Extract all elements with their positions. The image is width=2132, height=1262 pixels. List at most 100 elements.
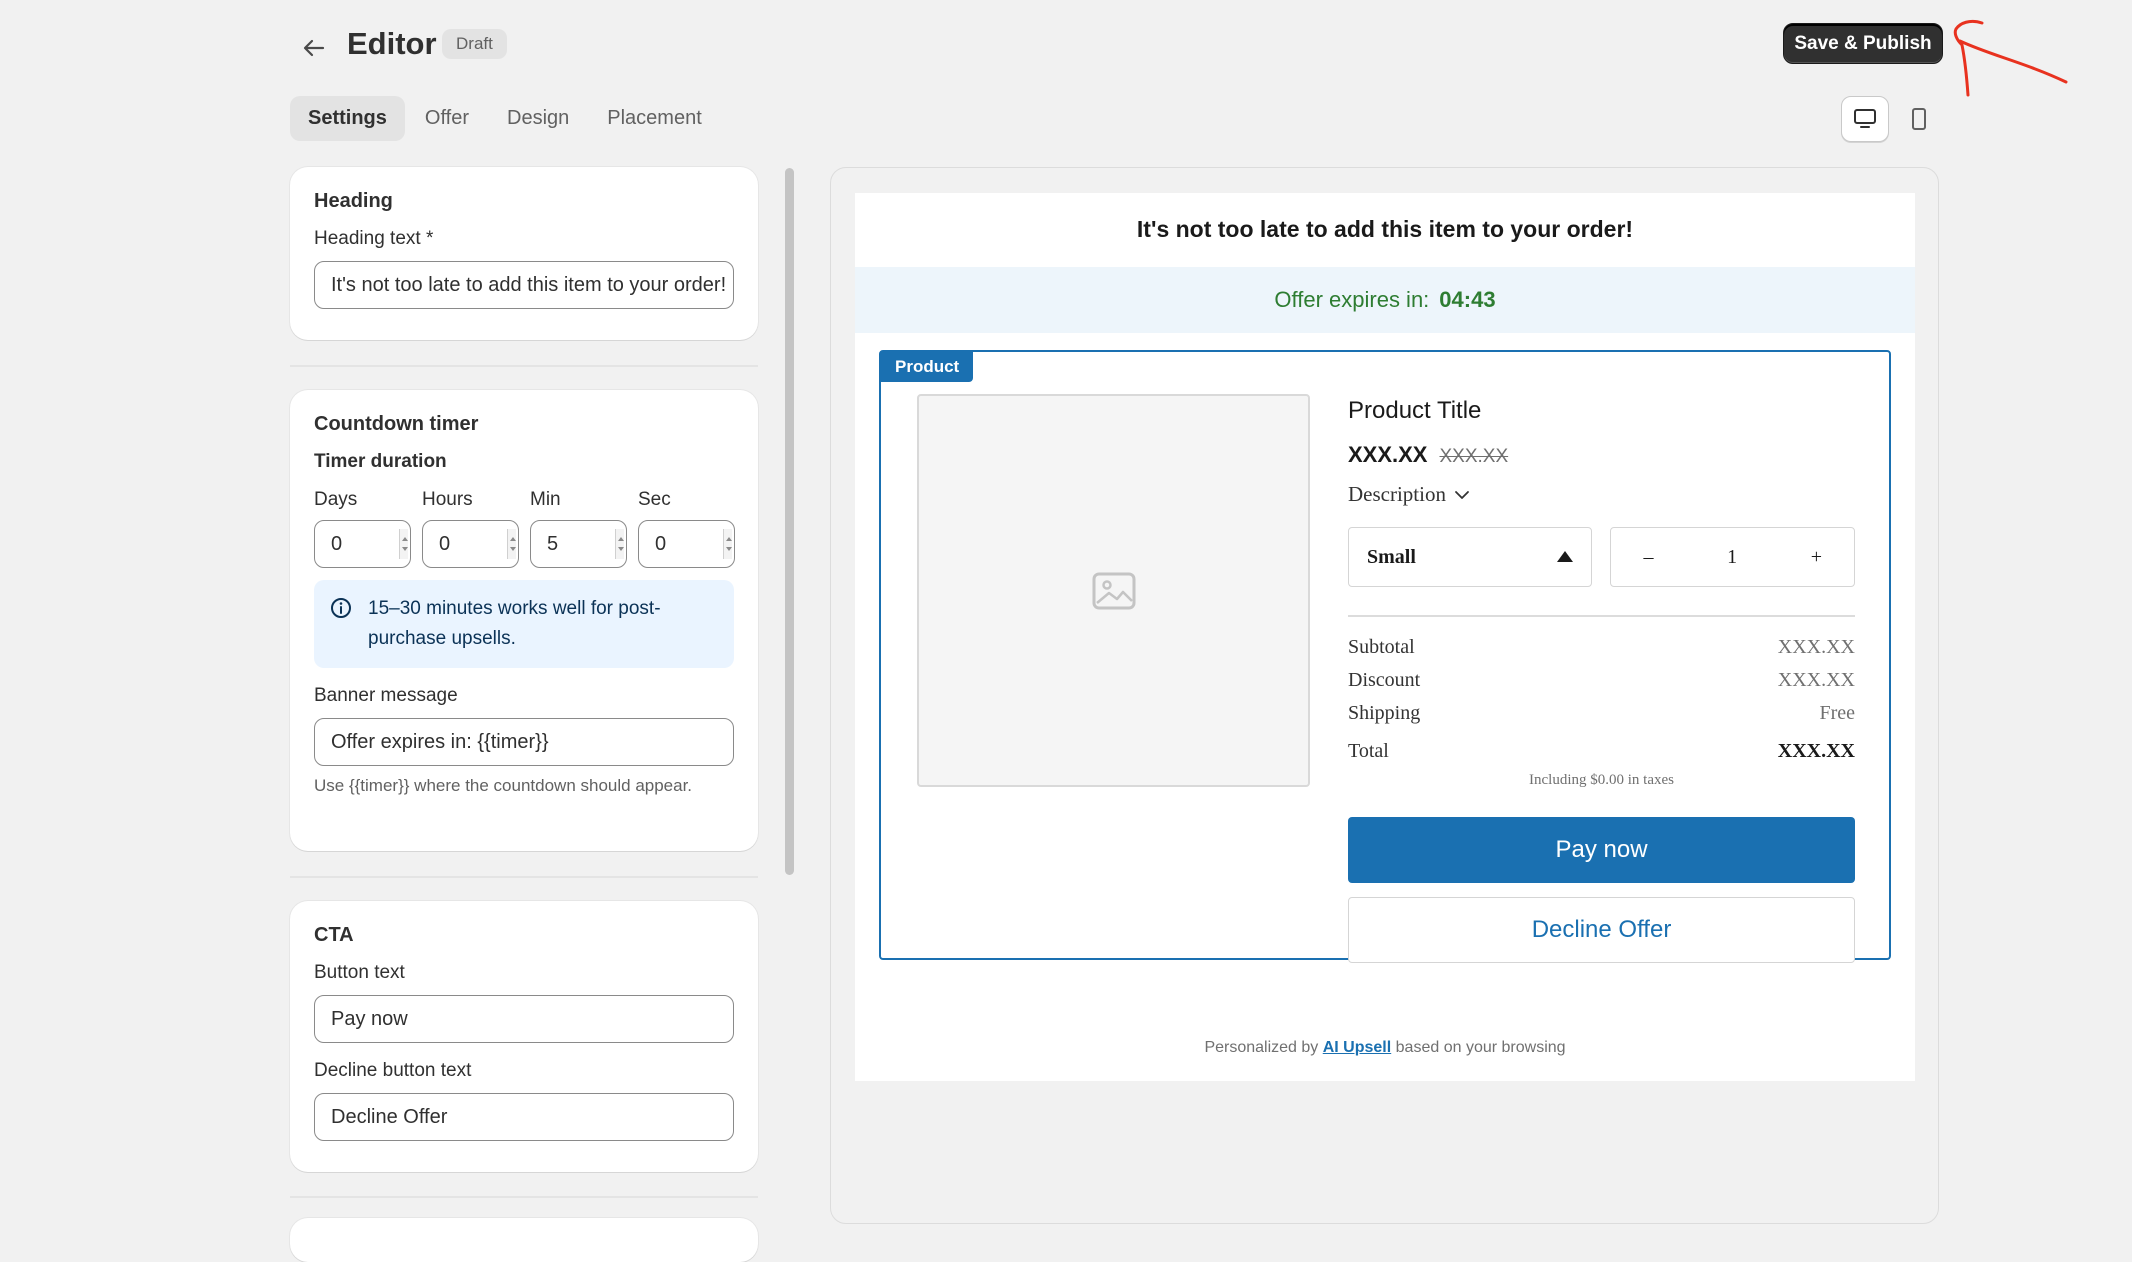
quantity-stepper: – 1 + — [1610, 527, 1855, 587]
quantity-increase-button[interactable]: + — [1811, 546, 1822, 569]
summary-label: Subtotal — [1348, 636, 1415, 658]
info-banner-text: 15–30 minutes works well for post-purcha… — [368, 598, 661, 649]
days-value: 0 — [331, 533, 343, 555]
countdown-card-title: Countdown timer — [314, 413, 479, 435]
description-toggle[interactable]: Description — [1348, 482, 1855, 507]
summary-row-subtotal: Subtotal XXX.XX — [1348, 631, 1855, 664]
decline-text-label: Decline button text — [314, 1060, 472, 1081]
image-icon — [1092, 572, 1135, 609]
order-summary: Subtotal XXX.XX Discount XXX.XX Shipping… — [1348, 631, 1855, 789]
countdown-banner: Offer expires in: 04:43 — [855, 267, 1915, 333]
cta-card: CTA Button text Pay now Decline button t… — [290, 901, 758, 1172]
product-price: XXX.XX XXX.XX — [1348, 442, 1855, 468]
summary-value: XXX.XX — [1777, 669, 1855, 691]
caret-up-icon — [1557, 551, 1574, 562]
product-controls: Small – 1 + — [1348, 527, 1855, 587]
summary-label: Shipping — [1348, 702, 1421, 724]
mobile-icon — [1912, 108, 1926, 130]
section-divider — [290, 1196, 758, 1198]
arrow-left-icon — [303, 39, 325, 57]
pay-now-button[interactable]: Pay now — [1348, 817, 1855, 883]
seconds-input[interactable]: 0 — [638, 520, 735, 568]
summary-divider — [1348, 615, 1855, 617]
heading-text-label: Heading text * — [314, 228, 434, 249]
page-title: Editor — [347, 26, 437, 61]
quantity-decrease-button[interactable]: – — [1643, 546, 1653, 569]
hours-input[interactable]: 0 — [422, 520, 519, 568]
countdown-value: 04:43 — [1439, 287, 1496, 312]
total-label: Total — [1348, 740, 1389, 762]
decline-offer-button[interactable]: Decline Offer — [1348, 897, 1855, 963]
hours-value: 0 — [439, 533, 451, 555]
banner-message-input[interactable]: Offer expires in: {{timer}} — [314, 718, 734, 766]
days-input[interactable]: 0 — [314, 520, 411, 568]
next-card-partial — [290, 1218, 758, 1262]
total-value: XXX.XX — [1777, 740, 1855, 762]
preview-heading: It's not too late to add this item to yo… — [1136, 215, 1634, 242]
hours-label: Hours — [422, 489, 473, 510]
summary-row-total: Total XXX.XX — [1348, 735, 1855, 768]
annotation-arrow — [1953, 19, 2068, 97]
save-publish-button[interactable]: Save & Publish — [1783, 23, 1943, 64]
countdown-card: Countdown timer Timer duration Days 0 Ho… — [290, 390, 758, 851]
product-title: Product Title — [1348, 397, 1482, 424]
product-info: Product Title XXX.XX XXX.XX Description … — [1348, 394, 1855, 963]
back-button[interactable] — [296, 30, 332, 66]
button-text-label: Button text — [314, 962, 405, 983]
compare-price: XXX.XX — [1439, 446, 1509, 467]
tax-note: Including $0.00 in taxes — [1529, 772, 1674, 788]
product-card: Product Product Title XXX.XX XXX.XX Desc… — [879, 350, 1891, 963]
summary-value: XXX.XX — [1777, 636, 1855, 658]
mobile-view-button[interactable] — [1895, 96, 1943, 142]
hours-stepper[interactable] — [507, 529, 516, 559]
heading-text-input[interactable]: It's not too late to add this item to yo… — [314, 261, 734, 309]
minutes-value: 5 — [547, 533, 559, 555]
summary-value: Free — [1819, 702, 1855, 724]
product-tag: Product — [881, 352, 974, 382]
summary-label: Discount — [1348, 669, 1421, 691]
desktop-view-button[interactable] — [1841, 96, 1889, 142]
ai-upsell-link[interactable]: AI Upsell — [1323, 1039, 1391, 1056]
minutes-stepper[interactable] — [615, 529, 624, 559]
seconds-value: 0 — [655, 533, 667, 555]
summary-row-discount: Discount XXX.XX — [1348, 664, 1855, 697]
settings-scrollbar[interactable] — [785, 168, 794, 875]
cta-card-title: CTA — [314, 924, 354, 946]
tab-design[interactable]: Design — [489, 96, 587, 141]
product-image-placeholder — [917, 394, 1310, 787]
tab-bar: Settings Offer Design Placement — [290, 96, 720, 141]
button-text-input[interactable]: Pay now — [314, 995, 734, 1043]
section-divider — [290, 876, 758, 878]
section-divider — [290, 365, 758, 367]
description-label: Description — [1348, 482, 1446, 506]
days-stepper[interactable] — [399, 529, 408, 559]
variant-value: Small — [1367, 546, 1416, 568]
info-icon — [331, 598, 351, 618]
days-label: Days — [314, 489, 358, 510]
minutes-label: Min — [530, 489, 561, 510]
minutes-input[interactable]: 5 — [530, 520, 627, 568]
banner-help-text: Use {{timer}} where the countdown should… — [314, 776, 693, 795]
preview-footer: Personalized by AI Upsell based on your … — [855, 1039, 1915, 1057]
desktop-icon — [1854, 109, 1876, 128]
heading-card: Heading Heading text * It's not too late… — [290, 167, 758, 340]
tab-offer[interactable]: Offer — [407, 96, 487, 141]
quantity-value[interactable]: 1 — [1727, 546, 1737, 569]
timer-fields: Days 0 Hours 0 Min 5 Sec 0 — [314, 488, 735, 568]
tab-placement[interactable]: Placement — [589, 96, 720, 141]
chevron-down-icon — [1455, 490, 1469, 499]
sale-price: XXX.XX — [1348, 442, 1428, 467]
status-badge: Draft — [442, 29, 507, 59]
heading-card-title: Heading — [314, 190, 393, 212]
summary-row-shipping: Shipping Free — [1348, 697, 1855, 730]
decline-text-input[interactable]: Decline Offer — [314, 1093, 734, 1141]
info-banner: 15–30 minutes works well for post-purcha… — [314, 580, 734, 668]
variant-select[interactable]: Small — [1348, 527, 1593, 587]
device-toggle — [1841, 96, 1943, 142]
timer-duration-label: Timer duration — [314, 451, 447, 472]
tab-settings[interactable]: Settings — [290, 96, 405, 141]
banner-message-label: Banner message — [314, 685, 458, 706]
offer-preview: It's not too late to add this item to yo… — [855, 193, 1915, 1081]
seconds-stepper[interactable] — [723, 529, 732, 559]
footer-prefix: Personalized by — [1204, 1039, 1319, 1056]
